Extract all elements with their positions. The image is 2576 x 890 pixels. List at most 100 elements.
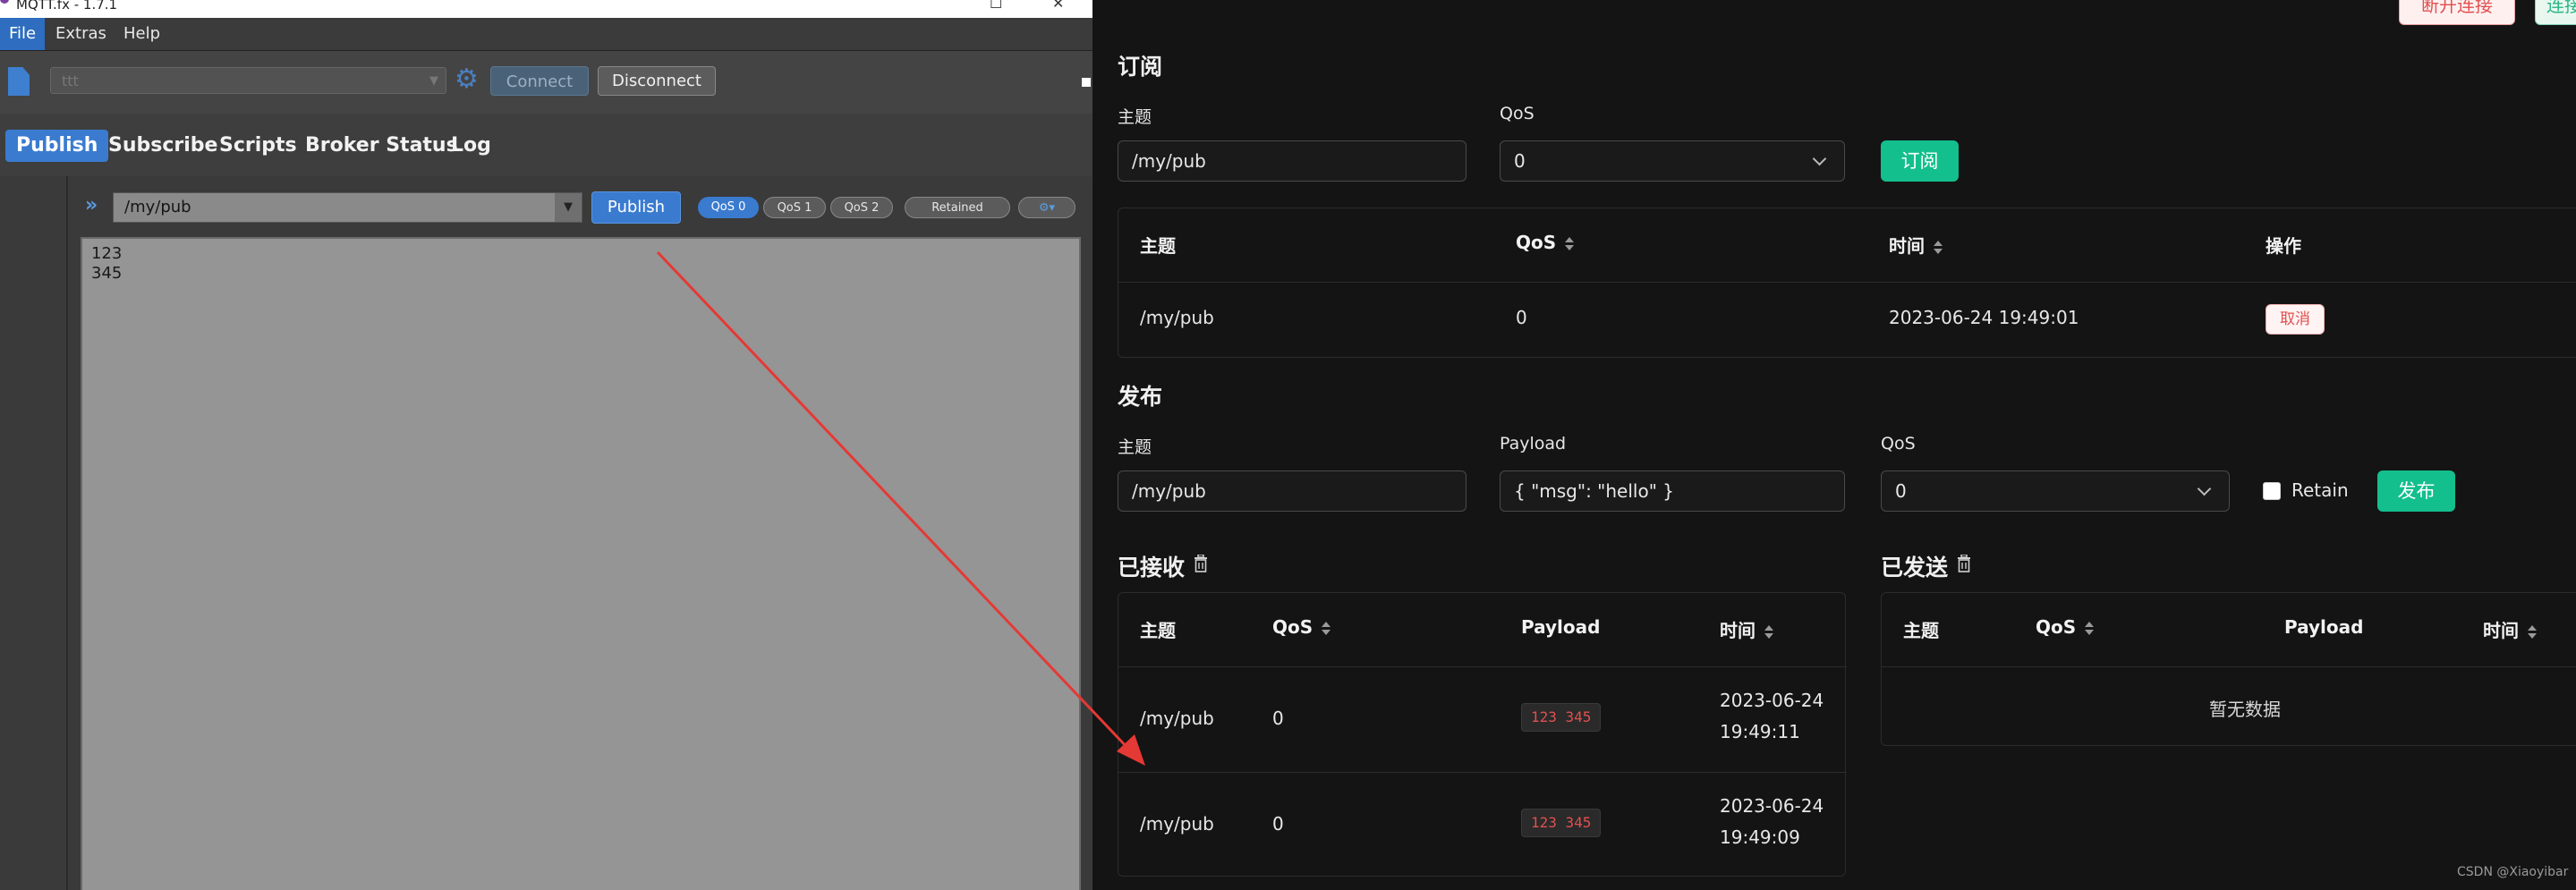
received-messages-table: 主题 QoS Payload 时间 /my/pub 0 123 345 2023… [1118,592,1847,877]
mqttfx-window: MQTT.fx - 1.7.1 ☐ ✕ File Extras Help ttt… [0,0,1092,890]
column-header-time[interactable]: 时间 [1720,616,1773,642]
subscribe-qos-label: QoS [1500,104,1535,123]
column-header-time[interactable]: 时间 [1889,232,1943,258]
sort-icon[interactable] [1565,236,1575,252]
publish-qos-select[interactable]: 0 [1881,470,2230,512]
publish-qos-label: QoS [1881,434,1916,453]
payload-line: 345 [91,264,123,283]
menu-help[interactable]: Help [115,18,169,50]
qos2-toggle[interactable]: QoS 2 [830,197,893,218]
received-time: 19:49:09 [1720,826,1800,848]
received-date: 2023-06-24 [1720,795,1824,817]
received-qos: 0 [1272,708,1284,729]
watermark: CSDN @Xiaoyibar [2457,865,2569,879]
publish-section-title: 发布 [1118,384,1163,410]
close-icon[interactable]: ✕ [1052,0,1064,12]
window-title: MQTT.fx - 1.7.1 [16,0,118,13]
payload-textarea[interactable]: 123 345 [81,237,1081,890]
subscribe-qos-value: 0 [1514,150,1526,172]
tab-log[interactable]: Log [440,130,502,162]
empty-state-text: 暂无数据 [2209,699,2281,720]
gear-icon[interactable]: ⚙ [455,64,479,96]
received-topic: /my/pub [1140,813,1214,835]
column-header-topic: 主题 [1140,620,1176,641]
subscription-time: 2023-06-24 19:49:01 [1889,307,2079,328]
received-topic: /my/pub [1140,708,1214,729]
payload-input[interactable]: { "msg": "hello" } [1500,470,1845,512]
connect-button[interactable]: Connect [490,66,589,96]
chevron-down-icon: ▼ [429,74,438,88]
column-header-qos[interactable]: QoS [1272,616,1331,638]
disconnect-button[interactable]: 断开连接 [2399,0,2515,25]
retain-label: Retain [2291,479,2349,501]
connection-profile-select[interactable]: ttt ▼ [50,67,446,94]
trash-icon[interactable] [1957,555,1971,572]
connection-profile-value: ttt [62,72,79,89]
file-icon[interactable] [8,67,30,96]
connection-toolbar: ttt ▼ ⚙ Connect Disconnect [0,51,1092,114]
unsubscribe-button[interactable]: 取消 [2266,304,2325,335]
trash-icon[interactable] [1194,555,1208,572]
connect-button[interactable]: 连接 [2535,0,2576,25]
subscribe-qos-select[interactable]: 0 [1500,140,1845,182]
payload-line: 123 [91,244,123,263]
subscription-qos: 0 [1516,307,1527,328]
received-section-title: 已接收 [1118,555,1186,581]
publish-topic-label: 主题 [1118,437,1152,457]
disconnect-button[interactable]: Disconnect [598,66,716,96]
tab-scripts[interactable]: Scripts [208,130,308,162]
publish-button[interactable]: 发布 [2377,470,2455,512]
qos1-toggle[interactable]: QoS 1 [763,197,826,218]
column-header-payload: Payload [2284,616,2364,638]
panel-divider [66,176,68,890]
subscribe-topic-input[interactable]: /my/pub [1118,140,1467,182]
row-divider [1118,666,1847,667]
status-indicator [1082,78,1091,87]
maximize-icon[interactable]: ☐ [990,0,1002,12]
row-divider [1118,772,1847,773]
menu-file[interactable]: File [0,18,46,50]
received-payload: 123 345 [1521,703,1602,732]
tab-publish[interactable]: Publish [5,130,109,162]
chevron-down-icon: ▼ [555,193,582,222]
main-tabs: Publish Subscribe Scripts Broker Status … [0,114,1092,176]
sort-icon[interactable] [2085,621,2095,637]
web-mqtt-client: 断开连接 连接 订阅 主题 /my/pub QoS 0 订阅 主题 QoS 时间… [1092,0,2576,890]
received-qos: 0 [1272,813,1284,835]
sort-icon[interactable] [2528,624,2537,640]
double-chevron-right-icon[interactable]: » [85,194,98,216]
chevron-down-icon [2197,481,2212,496]
subscribe-topic-label: 主题 [1118,107,1152,127]
menu-extras[interactable]: Extras [47,18,115,50]
publish-topic-input[interactable]: /my/pub [1118,470,1467,512]
sort-icon[interactable] [1764,624,1773,640]
sort-icon[interactable] [1322,621,1331,637]
subscribe-button[interactable]: 订阅 [1881,140,1959,182]
received-time: 19:49:11 [1720,721,1800,742]
column-header-time[interactable]: 时间 [2483,616,2537,642]
column-header-qos[interactable]: QoS [2036,616,2095,638]
publish-button[interactable]: Publish [591,191,681,224]
chevron-down-icon [1812,151,1827,166]
received-payload: 123 345 [1521,809,1602,837]
publish-topic-select[interactable]: /my/pub ▼ [113,192,582,223]
sent-section-title: 已发送 [1881,555,1949,581]
column-header-topic: 主题 [1140,235,1176,257]
sort-icon[interactable] [1934,240,1943,256]
retained-toggle[interactable]: Retained [905,197,1010,218]
column-header-payload: Payload [1521,616,1601,638]
column-header-qos[interactable]: QoS [1516,232,1575,253]
received-date: 2023-06-24 [1720,690,1824,711]
publish-panel: » /my/pub ▼ Publish QoS 0 QoS 1 QoS 2 Re… [0,176,1092,890]
options-dropdown[interactable]: ⚙▾ [1018,197,1075,218]
menu-bar: File Extras Help [0,18,1092,51]
payload-label: Payload [1500,434,1567,453]
app-logo-icon [0,0,9,4]
retain-checkbox[interactable] [2263,482,2281,500]
qos0-toggle[interactable]: QoS 0 [698,197,759,218]
column-header-topic: 主题 [1903,620,1939,641]
row-divider [1882,666,2576,667]
subscription-topic: /my/pub [1140,307,1214,328]
subscribe-section-title: 订阅 [1118,54,1163,80]
window-titlebar: MQTT.fx - 1.7.1 ☐ ✕ [0,0,1092,18]
